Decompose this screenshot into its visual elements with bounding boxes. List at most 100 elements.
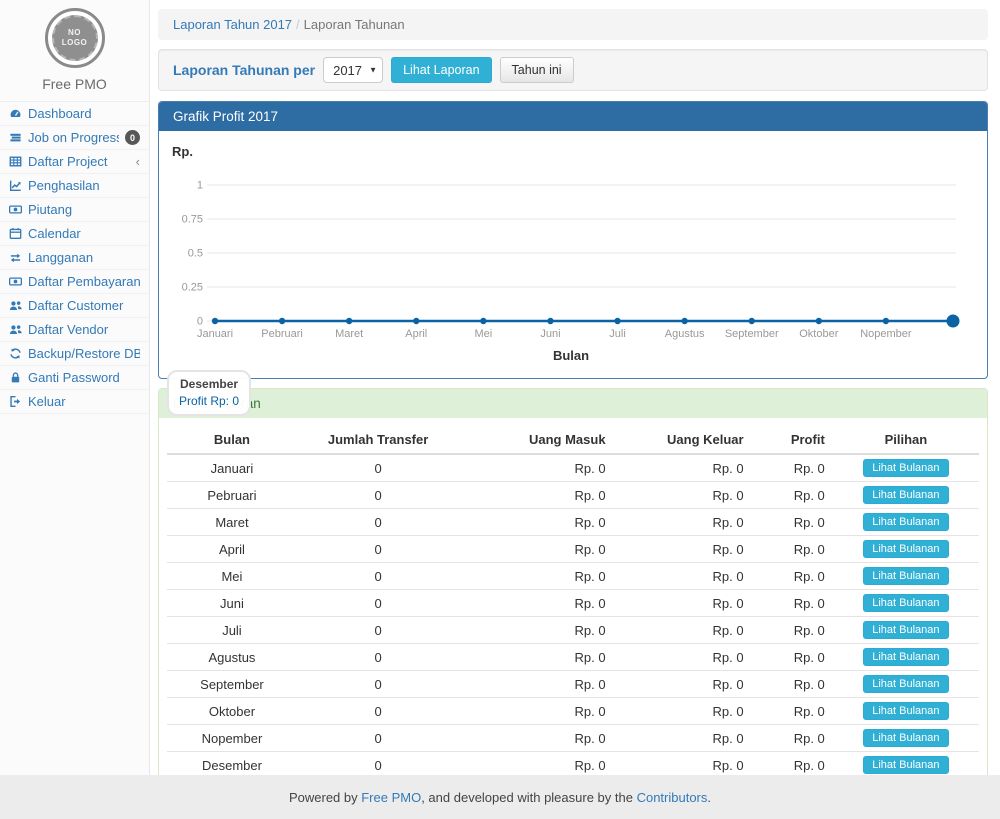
table-row-desember: Desember0Rp. 0Rp. 0Rp. 0Lihat Bulanan <box>167 752 979 776</box>
sidebar-item-daftar-customer[interactable]: Daftar Customer <box>0 294 149 318</box>
cell-jumlah-transfer: 0 <box>297 454 459 482</box>
lihat-bulanan-button[interactable]: Lihat Bulanan <box>863 594 948 612</box>
y-tick-label: 0.5 <box>188 248 203 260</box>
cell-uang-masuk: Rp. 0 <box>459 752 613 776</box>
chart-point-maret[interactable] <box>346 318 352 324</box>
sidebar-item-daftar-vendor[interactable]: Daftar Vendor <box>0 318 149 342</box>
cell-pilihan: Lihat Bulanan <box>833 454 979 482</box>
chart-point-september[interactable] <box>749 318 755 324</box>
users-icon <box>9 299 22 312</box>
lihat-bulanan-button[interactable]: Lihat Bulanan <box>863 702 948 720</box>
chart-point-juli[interactable] <box>614 318 620 324</box>
cell-profit: Rp. 0 <box>752 671 833 698</box>
cell-pilihan: Lihat Bulanan <box>833 509 979 536</box>
lihat-bulanan-button[interactable]: Lihat Bulanan <box>863 648 948 666</box>
cell-profit: Rp. 0 <box>752 752 833 776</box>
cell-uang-keluar: Rp. 0 <box>614 644 752 671</box>
cell-uang-masuk: Rp. 0 <box>459 671 613 698</box>
breadcrumb-current: Laporan Tahunan <box>304 17 405 32</box>
breadcrumb-link[interactable]: Laporan Tahun 2017 <box>173 17 292 32</box>
sidebar-item-label: Daftar Vendor <box>28 322 140 337</box>
footer-contributors-link[interactable]: Contributors <box>637 790 708 805</box>
cell-jumlah-transfer: 0 <box>297 698 459 725</box>
sidebar: NO LOGO Free PMO DashboardJob on Progres… <box>0 0 150 775</box>
cell-bulan: Juli <box>167 617 297 644</box>
cell-pilihan: Lihat Bulanan <box>833 563 979 590</box>
sidebar-item-label: Penghasilan <box>28 178 140 193</box>
y-tick-label: 0.75 <box>182 214 203 226</box>
chevron-left-icon: ‹ <box>136 155 140 168</box>
cell-jumlah-transfer: 0 <box>297 725 459 752</box>
refresh-icon <box>9 347 22 360</box>
year-select[interactable]: 2017 <box>323 57 383 83</box>
sidebar-item-label: Backup/Restore DB <box>28 346 140 361</box>
line-chart-icon <box>9 179 22 192</box>
table-row-maret: Maret0Rp. 0Rp. 0Rp. 0Lihat Bulanan <box>167 509 979 536</box>
table-row-mei: Mei0Rp. 0Rp. 0Rp. 0Lihat Bulanan <box>167 563 979 590</box>
sidebar-item-label: Daftar Project <box>28 154 130 169</box>
chart-tooltip-value: Profit Rp: 0 <box>179 394 239 408</box>
breadcrumb-separator: / <box>296 17 300 32</box>
chart-point-nopember[interactable] <box>883 318 889 324</box>
cell-uang-keluar: Rp. 0 <box>614 698 752 725</box>
detail-panel-body: BulanJumlah TransferUang MasukUang Kelua… <box>159 418 987 775</box>
x-tick-label: Juni <box>540 328 560 340</box>
x-tick-label: Nopember <box>860 328 912 340</box>
cell-uang-masuk: Rp. 0 <box>459 536 613 563</box>
lihat-bulanan-button[interactable]: Lihat Bulanan <box>863 675 948 693</box>
sidebar-item-piutang[interactable]: Piutang <box>0 198 149 222</box>
tahun-ini-button[interactable]: Tahun ini <box>500 57 574 83</box>
cell-jumlah-transfer: 0 <box>297 752 459 776</box>
sidebar-item-daftar-project[interactable]: Daftar Project ‹ <box>0 150 149 174</box>
sidebar-item-daftar-pembayaran[interactable]: Daftar Pembayaran <box>0 270 149 294</box>
sidebar-item-ganti-password[interactable]: Ganti Password <box>0 366 149 390</box>
footer-brand-link[interactable]: Free PMO <box>361 790 421 805</box>
lihat-bulanan-button[interactable]: Lihat Bulanan <box>863 621 948 639</box>
column-header-profit: Profit <box>752 426 833 454</box>
chart-point-april[interactable] <box>413 318 419 324</box>
chart-point-pebruari[interactable] <box>279 318 285 324</box>
sidebar-item-backup-restore-db[interactable]: Backup/Restore DB <box>0 342 149 366</box>
money-icon <box>9 275 22 288</box>
chart-point-mei[interactable] <box>480 318 486 324</box>
chart-point-agustus[interactable] <box>681 318 687 324</box>
cell-uang-keluar: Rp. 0 <box>614 752 752 776</box>
chart-point-desember[interactable] <box>947 315 960 328</box>
chart-x-axis-label: Bulan <box>553 348 589 363</box>
sidebar-item-label: Daftar Pembayaran <box>28 274 140 289</box>
sidebar-item-dashboard[interactable]: Dashboard <box>0 102 149 126</box>
column-header-bulan: Bulan <box>167 426 297 454</box>
table-row-nopember: Nopember0Rp. 0Rp. 0Rp. 0Lihat Bulanan <box>167 725 979 752</box>
chart-panel: Grafik Profit 2017 Rp. 10.750.50.250Janu… <box>158 101 988 379</box>
lihat-bulanan-button[interactable]: Lihat Bulanan <box>863 567 948 585</box>
table-icon <box>9 155 22 168</box>
chart-point-oktober[interactable] <box>816 318 822 324</box>
chart-point-januari[interactable] <box>212 318 218 324</box>
sidebar-item-keluar[interactable]: Keluar <box>0 390 149 414</box>
cell-pilihan: Lihat Bulanan <box>833 725 979 752</box>
cell-bulan: Mei <box>167 563 297 590</box>
chart-point-juni[interactable] <box>547 318 553 324</box>
cell-profit: Rp. 0 <box>752 536 833 563</box>
sidebar-item-penghasilan[interactable]: Penghasilan <box>0 174 149 198</box>
sidebar-item-langganan[interactable]: Langganan <box>0 246 149 270</box>
lihat-bulanan-button[interactable]: Lihat Bulanan <box>863 540 948 558</box>
cell-bulan: Pebruari <box>167 482 297 509</box>
lihat-bulanan-button[interactable]: Lihat Bulanan <box>863 486 948 504</box>
sidebar-item-calendar[interactable]: Calendar <box>0 222 149 246</box>
sidebar-item-label: Keluar <box>28 394 140 409</box>
sidebar-item-job-on-progress[interactable]: Job on Progress0 <box>0 126 149 150</box>
cell-jumlah-transfer: 0 <box>297 563 459 590</box>
lihat-bulanan-button[interactable]: Lihat Bulanan <box>863 729 948 747</box>
logo: NO LOGO <box>45 8 105 68</box>
x-tick-label: September <box>725 328 779 340</box>
lihat-bulanan-button[interactable]: Lihat Bulanan <box>863 756 948 774</box>
chart-tooltip: Desember Profit Rp: 0 <box>167 370 251 416</box>
lihat-laporan-button[interactable]: Lihat Laporan <box>391 57 491 83</box>
cell-uang-keluar: Rp. 0 <box>614 563 752 590</box>
lihat-bulanan-button[interactable]: Lihat Bulanan <box>863 459 948 477</box>
breadcrumb: Laporan Tahun 2017 / Laporan Tahunan <box>158 9 988 40</box>
lihat-bulanan-button[interactable]: Lihat Bulanan <box>863 513 948 531</box>
cell-uang-masuk: Rp. 0 <box>459 644 613 671</box>
cell-profit: Rp. 0 <box>752 563 833 590</box>
